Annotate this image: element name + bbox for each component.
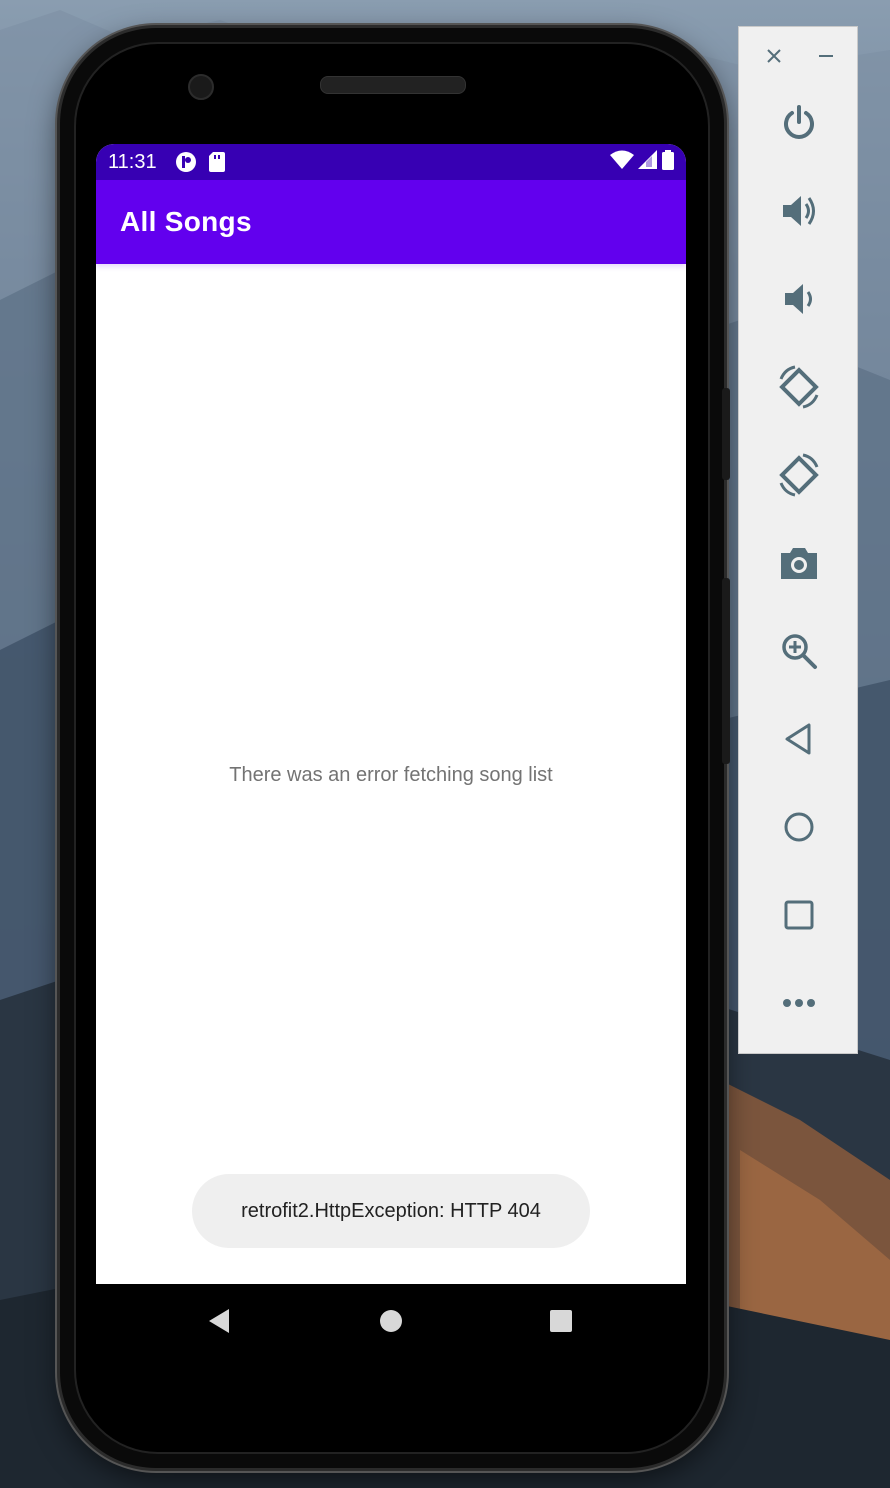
nav-overview-button[interactable] <box>544 1304 578 1338</box>
status-indicators <box>610 144 674 180</box>
volume-down-icon <box>785 284 812 314</box>
page-title: All Songs <box>120 206 252 237</box>
volume-up-icon <box>783 196 815 226</box>
power-icon <box>784 105 814 139</box>
phone-screen: 11:31 All Songs There was an error fetch… <box>96 144 686 1284</box>
notification-app-icon <box>175 151 197 173</box>
error-message: There was an error fetching song list <box>229 764 553 786</box>
zoom-button[interactable] <box>769 621 829 681</box>
back-triangle-icon <box>209 1309 229 1333</box>
emulator-control-panel <box>738 26 858 1054</box>
rotate-right-button[interactable] <box>769 445 829 505</box>
minimize-icon <box>819 55 833 57</box>
camera-icon <box>781 548 817 579</box>
nav-back-button[interactable] <box>202 1304 236 1338</box>
more-icon <box>783 999 815 1007</box>
navigation-bar <box>96 1284 686 1356</box>
cell-signal-icon <box>638 149 658 175</box>
battery-icon <box>662 149 674 175</box>
home-icon <box>784 812 814 842</box>
overview-icon <box>784 900 814 930</box>
rotate-left-icon <box>779 365 819 409</box>
front-camera <box>188 74 214 100</box>
toast-message: retrofit2.HttpException: HTTP 404 <box>192 1174 590 1248</box>
panel-window-controls <box>739 27 859 87</box>
power-button[interactable] <box>769 93 829 153</box>
overview-square-icon <box>550 1310 572 1332</box>
home-button[interactable] <box>769 797 829 857</box>
back-icon <box>785 723 811 755</box>
volume-down-button[interactable] <box>769 269 829 329</box>
volume-up-button[interactable] <box>769 181 829 241</box>
rotate-right-icon <box>779 453 819 497</box>
sd-card-icon <box>208 152 225 172</box>
wifi-icon <box>610 150 634 175</box>
close-button[interactable] <box>763 45 785 67</box>
status-time: 11:31 <box>108 150 157 173</box>
side-button-volume[interactable] <box>722 578 730 764</box>
overview-button[interactable] <box>769 885 829 945</box>
app-bar: All Songs <box>96 180 686 264</box>
minimize-button[interactable] <box>815 45 837 67</box>
rotate-left-button[interactable] <box>769 357 829 417</box>
nav-home-button[interactable] <box>374 1304 408 1338</box>
status-bar: 11:31 <box>96 144 686 180</box>
more-button[interactable] <box>769 973 829 1033</box>
zoom-icon <box>782 634 817 669</box>
screenshot-button[interactable] <box>769 533 829 593</box>
back-button[interactable] <box>769 709 829 769</box>
side-button-power[interactable] <box>722 388 730 480</box>
earpiece-speaker <box>320 76 466 94</box>
close-icon <box>767 49 781 63</box>
home-circle-icon <box>380 1310 402 1332</box>
